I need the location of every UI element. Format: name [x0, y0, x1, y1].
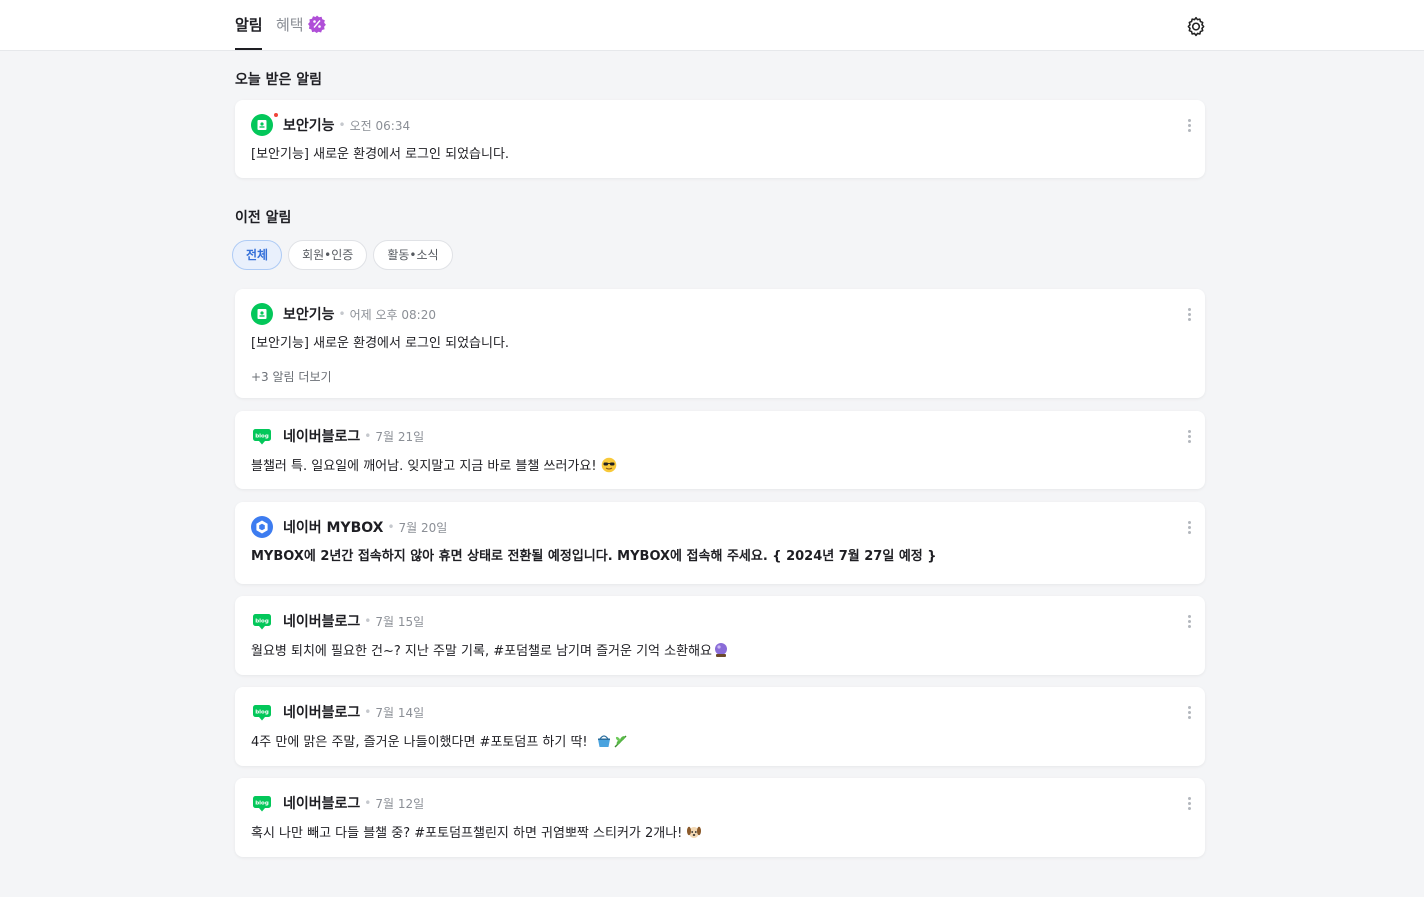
- today-section-title: 오늘 받은 알림: [235, 72, 323, 88]
- notification-card[interactable]: 보안기능 • 어제 오후 08:20 [보안기능] 새로운 환경에서 로그인 되…: [235, 289, 1205, 398]
- blog-icon-text: blog: [255, 618, 269, 624]
- notification-card[interactable]: blog 네이버블로그 • 7월 15일 월요병 퇴치에 필요한 건~?￼ 지난…: [235, 596, 1205, 675]
- kebab-menu-icon[interactable]: [1183, 119, 1195, 135]
- source-name: 보안기능: [283, 118, 335, 134]
- message: [보안기능] 새로운 환경에서 로그인 되었습니다.: [251, 147, 510, 162]
- source-name: 보안기능: [283, 307, 335, 323]
- filter-chip-all[interactable]: 전체: [232, 240, 283, 270]
- card-header: blog 네이버블로그 • 7월 21일: [251, 425, 424, 447]
- notification-card[interactable]: blog 네이버블로그 • 7월 14일 4주 만에 맑은 주말, 즐거운 나들…: [235, 687, 1205, 766]
- message: 월요병 퇴치에 필요한 건~?￼ 지난 주말 기록, #포덤챌로 남기며 즐거운…: [251, 644, 712, 659]
- card-header: 네이버 MYBOX • 7월 20일: [251, 516, 447, 538]
- separator-dot: •: [364, 796, 372, 810]
- source-name: 네이버블로그: [283, 796, 361, 812]
- timestamp: 7월 21일: [375, 429, 425, 444]
- blog-icon: blog: [251, 792, 273, 814]
- blog-icon-text: blog: [255, 800, 269, 806]
- tab-active-indicator: [235, 48, 262, 50]
- message: MYBOX에 2년간 접속하지 않아 휴면 상태로 전환될 예정입니다. MYB…: [251, 549, 937, 564]
- blog-icon: blog: [251, 701, 273, 723]
- card-header: blog 네이버블로그 • 7월 15일: [251, 610, 424, 632]
- separator-dot: •: [338, 118, 346, 132]
- blog-icon-text: blog: [255, 433, 269, 439]
- blog-icon: blog: [251, 610, 273, 632]
- timestamp: 7월 12일: [375, 796, 425, 811]
- timestamp: 7월 15일: [375, 614, 425, 629]
- separator-dot: •: [338, 307, 346, 321]
- notification-card[interactable]: 보안기능 • 오전 06:34 [보안기능] 새로운 환경에서 로그인 되었습니…: [235, 100, 1205, 178]
- previous-section-title: 이전 알림: [235, 210, 292, 226]
- notification-card[interactable]: 네이버 MYBOX • 7월 20일 MYBOX에 2년간 접속하지 않아 휴면…: [235, 502, 1205, 584]
- kebab-menu-icon[interactable]: [1183, 521, 1195, 537]
- source-name: 네이버블로그: [283, 429, 361, 445]
- kebab-menu-icon[interactable]: [1183, 615, 1195, 631]
- kebab-menu-icon[interactable]: [1183, 308, 1195, 324]
- message-row: 혹시 나만 빼고 다들 블챌 중? #포토덤프챌린지 하면 귀염뽀짝 스티커가 …: [251, 824, 702, 843]
- card-header: 보안기능 • 어제 오후 08:20: [251, 303, 436, 325]
- card-header: blog 네이버블로그 • 7월 14일: [251, 701, 424, 723]
- source-name: 네이버블로그: [283, 614, 361, 630]
- dog-face-emoji-icon: [687, 826, 702, 838]
- message-row: 블챌러 특. 일요일에 깨어남. 잊지말고 지금 바로 블챌 쓰러가요!: [251, 457, 617, 476]
- kebab-menu-icon[interactable]: [1183, 706, 1195, 722]
- message-row: 월요병 퇴치에 필요한 건~?￼ 지난 주말 기록, #포덤챌로 남기며 즐거운…: [251, 642, 729, 661]
- timestamp: 오전 06:34: [349, 118, 411, 133]
- message: 블챌러 특. 일요일에 깨어남. 잊지말고 지금 바로 블챌 쓰러가요!: [251, 459, 597, 474]
- security-icon: [251, 112, 279, 136]
- percent-badge-icon[interactable]: [308, 15, 326, 33]
- notification-card[interactable]: blog 네이버블로그 • 7월 21일 블챌러 특. 일요일에 깨어남. 잊지…: [235, 411, 1205, 489]
- timestamp: 7월 20일: [398, 520, 448, 535]
- security-icon: [251, 303, 273, 325]
- separator-dot: •: [387, 520, 395, 534]
- top-bar: 알림 혜택: [0, 0, 1424, 51]
- basket-emoji-icon: [597, 735, 610, 747]
- filter-chips: 전체 회원•인증 활동•소식: [232, 240, 453, 270]
- message: 혹시 나만 빼고 다들 블챌 중? #포토덤프챌린지 하면 귀염뽀짝 스티커가 …: [251, 826, 683, 841]
- more-notifications-link[interactable]: +3 알림 더보기: [251, 368, 332, 385]
- source-name: 네이버 MYBOX: [283, 520, 384, 536]
- card-header: 보안기능 • 오전 06:34: [251, 112, 411, 136]
- tab-alarm[interactable]: 알림: [235, 15, 263, 35]
- message: [보안기능] 새로운 환경에서 로그인 되었습니다.: [251, 336, 510, 351]
- gear-icon[interactable]: [1185, 16, 1207, 38]
- separator-dot: •: [364, 429, 372, 443]
- sunglasses-emoji-icon: [601, 457, 616, 473]
- message: 4주 만에 맑은 주말, 즐거운 나들이했다면 #포토덤프 하기 딱!: [251, 735, 588, 750]
- source-name: 네이버블로그: [283, 705, 361, 721]
- timestamp: 어제 오후 08:20: [349, 307, 436, 322]
- kebab-menu-icon[interactable]: [1183, 797, 1195, 813]
- filter-chip-activity[interactable]: 활동•소식: [373, 240, 453, 270]
- blog-icon-text: blog: [255, 709, 269, 715]
- card-header: blog 네이버블로그 • 7월 12일: [251, 792, 424, 814]
- filter-chip-member[interactable]: 회원•인증: [288, 240, 368, 270]
- timestamp: 7월 14일: [375, 705, 425, 720]
- kebab-menu-icon[interactable]: [1183, 430, 1195, 446]
- blog-icon: blog: [251, 425, 273, 447]
- mybox-icon: [251, 516, 273, 538]
- crystal-ball-emoji-icon: [715, 643, 727, 657]
- tab-benefit[interactable]: 혜택: [276, 15, 304, 35]
- separator-dot: •: [364, 705, 372, 719]
- notification-card[interactable]: blog 네이버블로그 • 7월 12일 혹시 나만 빼고 다들 블챌 중? #…: [235, 778, 1205, 857]
- separator-dot: •: [364, 614, 372, 628]
- message-row: 4주 만에 맑은 주말, 즐거운 나들이했다면 #포토덤프 하기 딱!: [251, 733, 629, 752]
- unread-dot: [273, 112, 279, 118]
- herb-emoji-icon: [614, 735, 627, 748]
